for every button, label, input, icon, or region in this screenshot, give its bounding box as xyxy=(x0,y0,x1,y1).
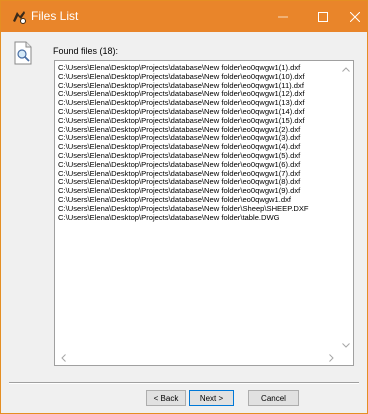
next-button[interactable]: Next > xyxy=(189,390,234,406)
minimize-icon xyxy=(278,16,288,17)
scroll-left-icon[interactable] xyxy=(58,353,68,363)
document-search-icon xyxy=(14,41,32,65)
minimize-button[interactable] xyxy=(263,1,303,32)
close-icon xyxy=(350,11,360,22)
vertical-scrollbar[interactable] xyxy=(339,61,353,353)
list-item[interactable]: C:\Users\Elena\Desktop\Projects\database… xyxy=(58,213,338,223)
dialog-body: Found files (18): C:\Users\Elena\Desktop… xyxy=(1,32,367,413)
files-list[interactable]: C:\Users\Elena\Desktop\Projects\database… xyxy=(54,60,354,366)
files-list-content: C:\Users\Elena\Desktop\Projects\database… xyxy=(58,63,338,223)
window-title: Files List xyxy=(31,9,79,23)
back-button[interactable]: < Back xyxy=(146,390,186,406)
found-files-label: Found files (18): xyxy=(53,46,119,56)
files-list-window: Files List Found files (18): C:\Users\El… xyxy=(0,0,368,414)
close-button[interactable] xyxy=(335,1,367,32)
maximize-icon xyxy=(318,11,328,22)
scroll-up-icon[interactable] xyxy=(341,64,351,74)
app-icon xyxy=(13,11,26,24)
cancel-button[interactable]: Cancel xyxy=(248,390,299,406)
scroll-right-icon[interactable] xyxy=(326,353,336,363)
button-separator xyxy=(9,382,359,384)
horizontal-scrollbar[interactable] xyxy=(55,351,339,365)
scroll-down-icon[interactable] xyxy=(341,340,351,350)
title-bar[interactable]: Files List xyxy=(1,1,367,32)
